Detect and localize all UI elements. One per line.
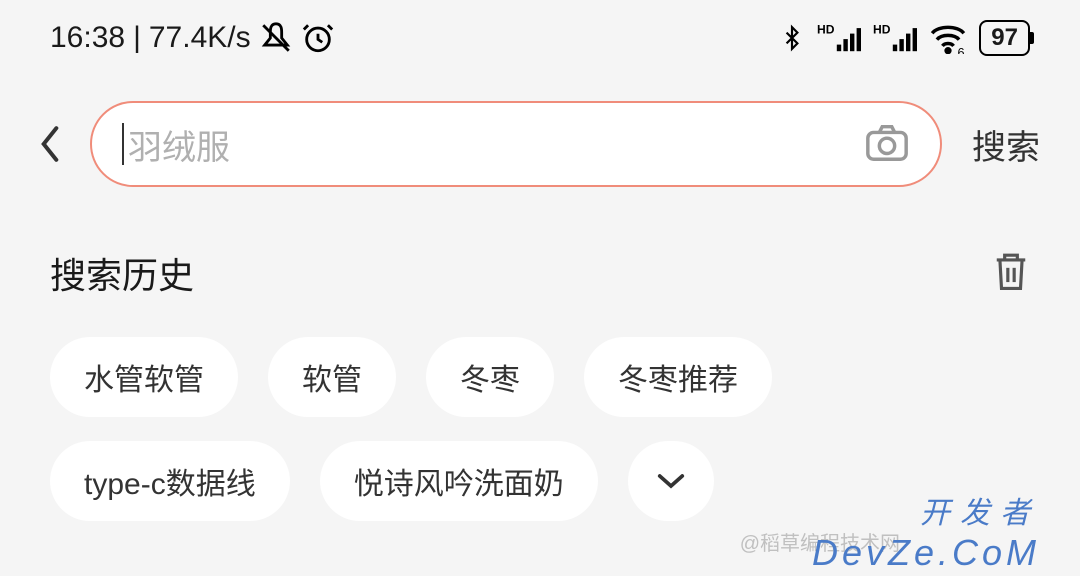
- text-cursor: [122, 123, 124, 165]
- bluetooth-icon: [779, 22, 805, 54]
- svg-text:6: 6: [958, 46, 965, 54]
- status-right: HD HD 6 97: [779, 20, 1030, 56]
- search-row: 羽绒服 搜索: [0, 71, 1080, 207]
- status-separator: |: [133, 21, 141, 55]
- history-header: 搜索历史: [0, 207, 1080, 319]
- watermark-brand: 开发者 DevZe.CoM: [812, 488, 1040, 574]
- status-bar: 16:38 | 77.4K/s HD: [0, 0, 1080, 71]
- history-tag[interactable]: 悦诗风吟洗面奶: [320, 441, 598, 521]
- network-speed: 77.4K/s: [149, 21, 251, 55]
- watermark-main: DevZe.CoM: [812, 532, 1040, 573]
- search-placeholder: 羽绒服: [128, 120, 230, 169]
- expand-button[interactable]: [628, 441, 714, 521]
- search-input[interactable]: 羽绒服: [122, 120, 864, 169]
- history-tag[interactable]: 冬枣推荐: [584, 337, 772, 417]
- history-tag[interactable]: 水管软管: [50, 337, 238, 417]
- wifi-icon: 6: [929, 22, 967, 54]
- camera-icon[interactable]: [864, 122, 910, 167]
- svg-text:HD: HD: [873, 23, 891, 37]
- back-button[interactable]: [30, 124, 70, 164]
- history-tag[interactable]: 冬枣: [426, 337, 554, 417]
- watermark-pre: 开发者: [812, 488, 1040, 532]
- history-title: 搜索历史: [50, 247, 194, 299]
- history-tag[interactable]: 软管: [268, 337, 396, 417]
- clock: 16:38: [50, 21, 125, 55]
- mute-icon: [259, 21, 293, 55]
- status-left: 16:38 | 77.4K/s: [50, 21, 335, 55]
- signal-1-icon: HD: [817, 22, 861, 54]
- trash-icon[interactable]: [992, 250, 1030, 297]
- search-button[interactable]: 搜索: [962, 120, 1050, 169]
- history-tag[interactable]: type-c数据线: [50, 441, 290, 521]
- signal-2-icon: HD: [873, 22, 917, 54]
- search-box[interactable]: 羽绒服: [90, 101, 942, 187]
- svg-text:HD: HD: [817, 23, 835, 37]
- alarm-icon: [301, 21, 335, 55]
- battery-indicator: 97: [979, 20, 1030, 56]
